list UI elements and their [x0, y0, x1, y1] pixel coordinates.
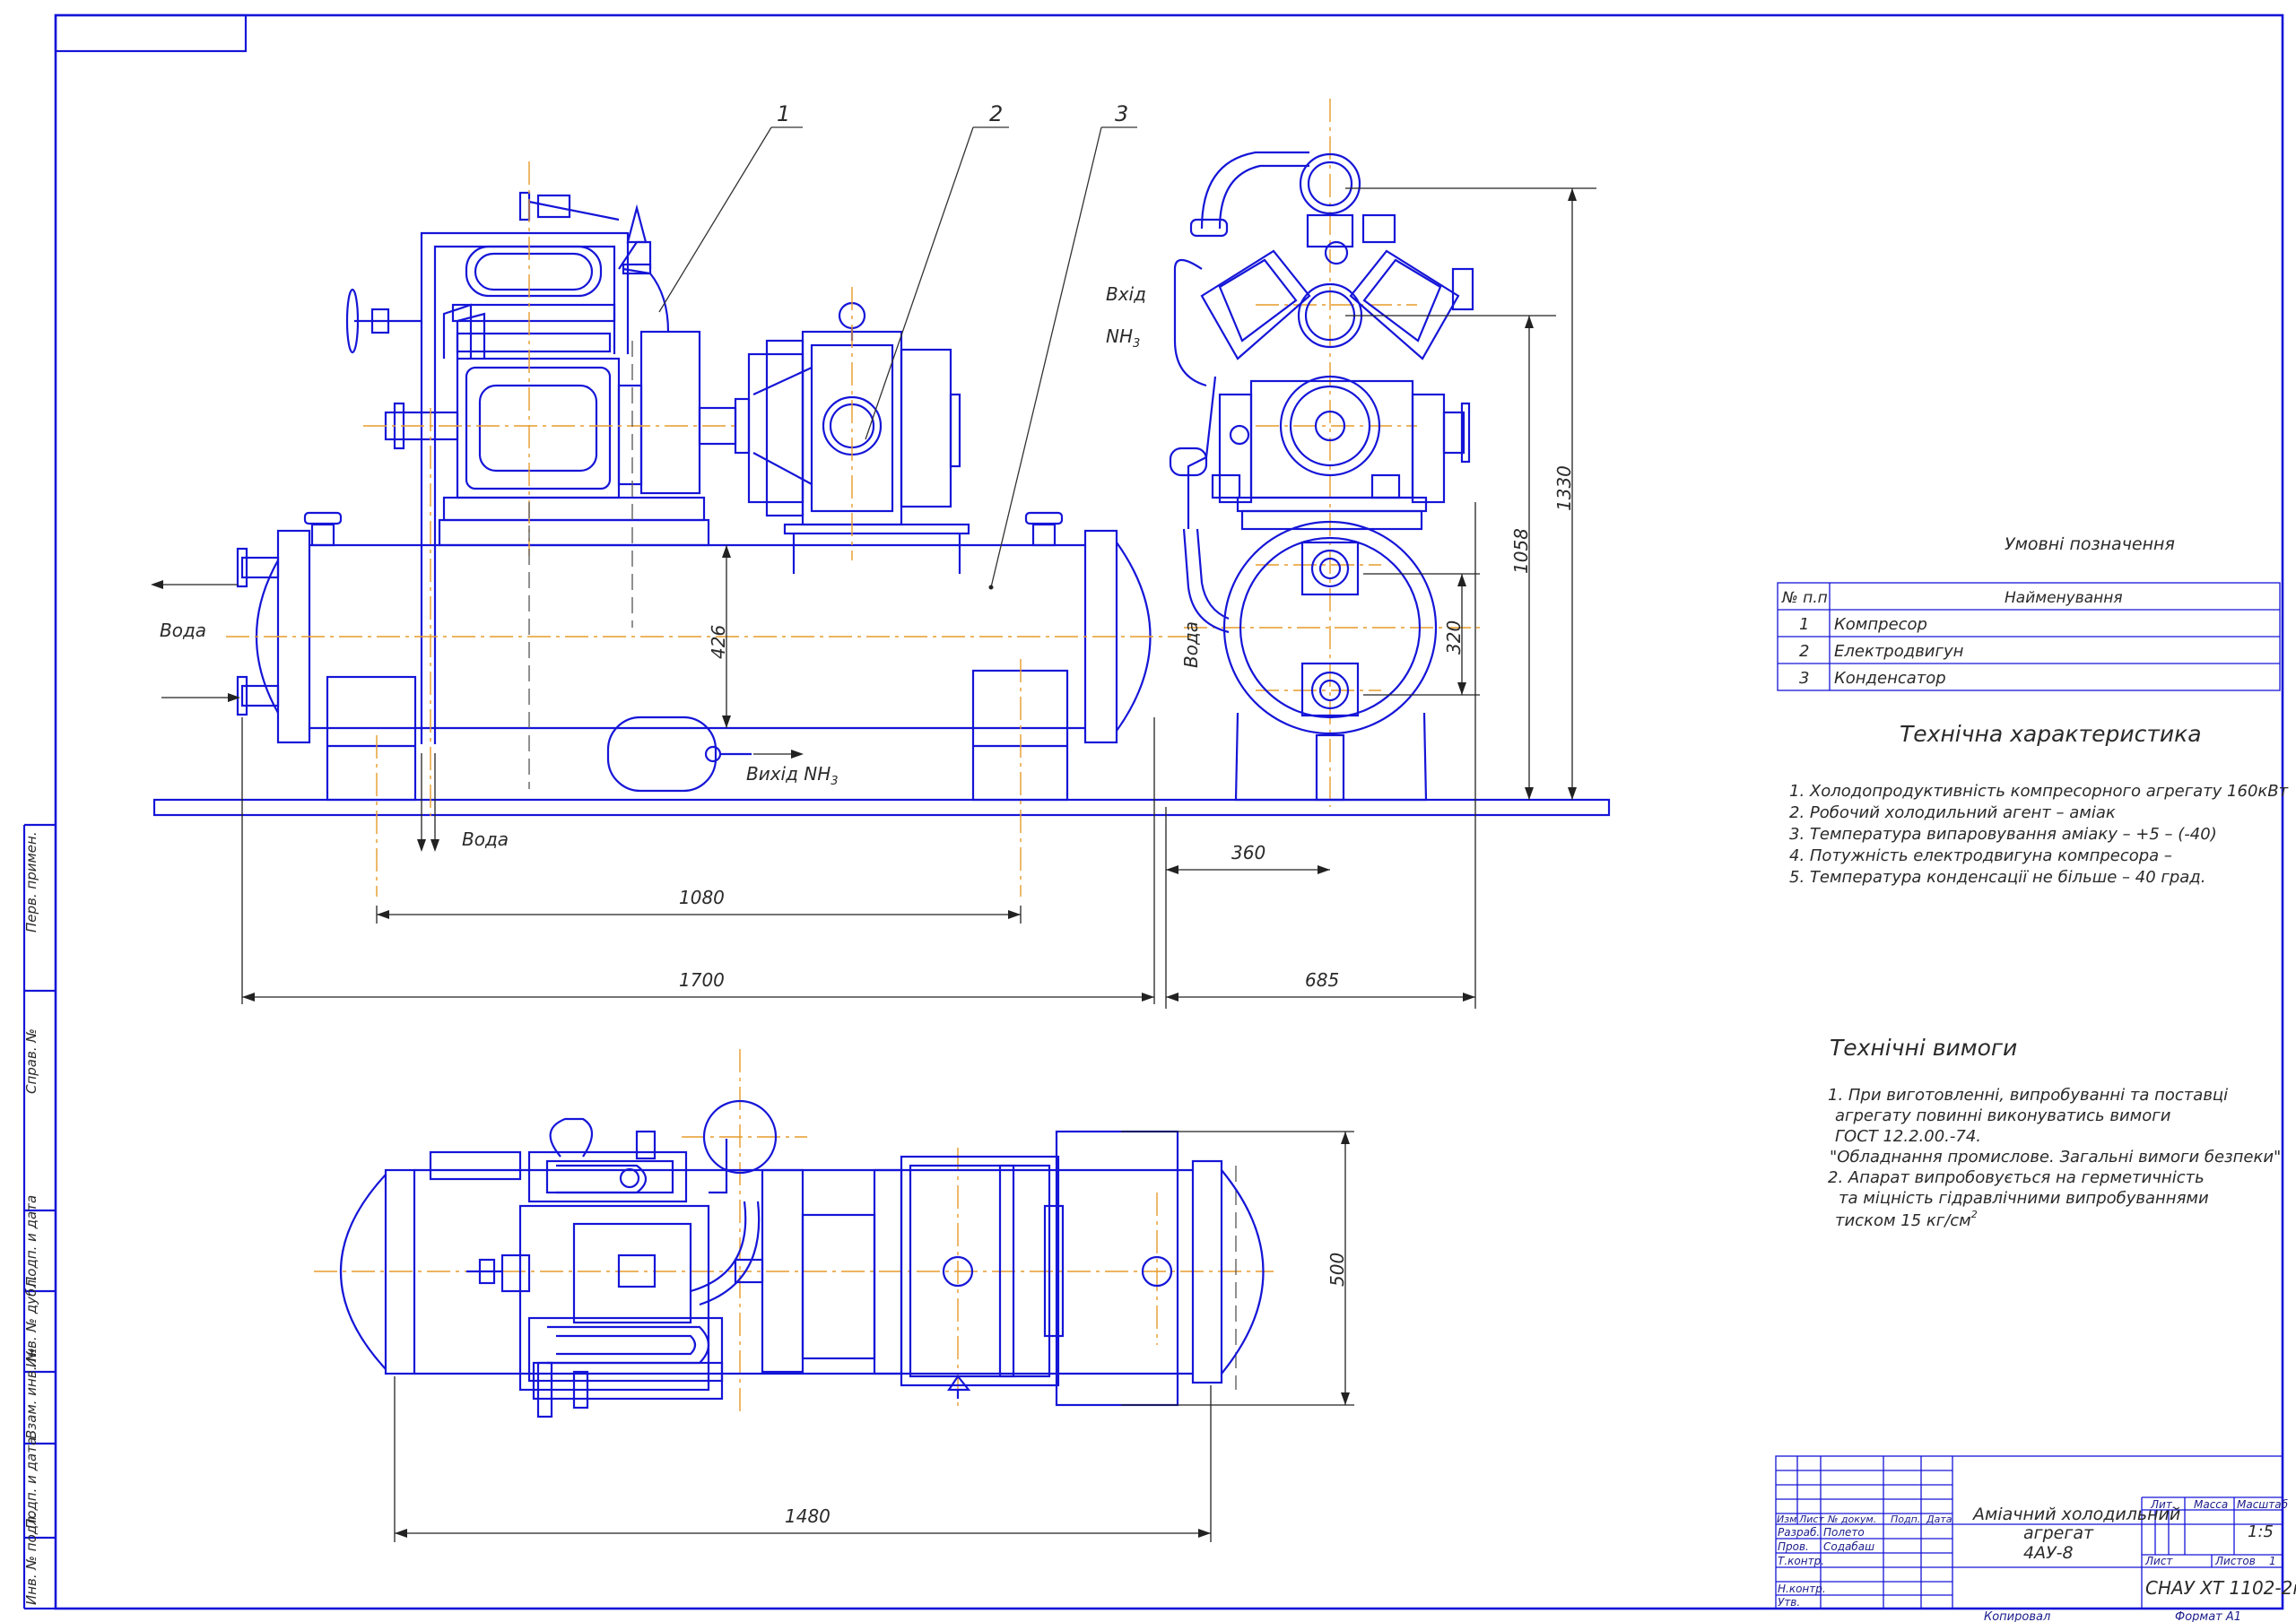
dim-360: 360: [1231, 842, 1265, 863]
inlet-nh3-label: NH3: [1106, 325, 1140, 351]
dim-1058: 1058: [1510, 528, 1532, 574]
tech-req-line: тиском 15 кг/см2: [1835, 1209, 1978, 1230]
callout-2: 2: [989, 101, 1003, 126]
stamp-cell: Перв. примен.: [23, 831, 39, 932]
tb-scale-label: Масштаб: [2237, 1498, 2289, 1511]
stamp-cell: Подп. и дата: [23, 1195, 39, 1287]
top-view: [340, 1099, 1265, 1418]
tb-name: Полето: [1823, 1526, 1865, 1539]
tb-role: Разраб.: [1778, 1526, 1820, 1539]
tb-role: Пров.: [1778, 1540, 1809, 1553]
tech-char-title: Технічна характеристика: [1900, 721, 2202, 747]
tb-head: Дата: [1926, 1514, 1952, 1525]
tb-sheet: Лист: [2144, 1555, 2173, 1567]
tech-req-line: та міцність гідравлічними випробуваннями: [1839, 1189, 2209, 1208]
leader-callouts: 1 2 3: [658, 101, 1137, 590]
dim-500: 500: [1326, 1253, 1348, 1287]
inlet-label: Вхід: [1106, 283, 1146, 305]
tech-char-item: 3. Температура випаровування аміаку – +5…: [1789, 825, 2217, 844]
dim-685: 685: [1305, 969, 1339, 991]
water-label-bottom: Вода: [462, 828, 509, 850]
stamp-cell: Взам. инв. №: [23, 1348, 39, 1439]
callout-1: 1: [777, 101, 790, 126]
dim-1080: 1080: [679, 887, 725, 908]
tb-sheets-count: 1: [2269, 1555, 2276, 1567]
drawing-title: Аміачний холодильний: [1971, 1505, 2180, 1524]
tb-lit: Лит.: [2150, 1498, 2176, 1511]
tb-scale: 1:5: [2248, 1522, 2274, 1541]
front-view: [152, 191, 1611, 817]
tech-char-item: 2. Робочий холодильний агент – аміак: [1789, 803, 2116, 822]
tech-req-line: "Обладнання промислове. Загальні вимоги …: [1830, 1148, 2281, 1167]
side-stamp: Перв. примен. Справ. № Подп. и дата Инв.…: [23, 831, 56, 1610]
technical-drawing: Перв. примен. Справ. № Подп. и дата Инв.…: [22, 13, 2296, 1622]
dim-426: 426: [708, 625, 729, 659]
callout-3: 3: [1115, 101, 1128, 126]
stamp-cell: Инв. № подл.: [23, 1513, 39, 1605]
tech-char-item: 4. Потужність електродвигуна компресора …: [1789, 846, 2172, 865]
tech-req-line: 1. При виготовленні, випробуванні та пос…: [1828, 1086, 2228, 1105]
tb-name: Содабаш: [1823, 1540, 1874, 1553]
tb-head: № докум.: [1827, 1514, 1876, 1525]
flow-labels: Вода Вода Вихід NH3 Вхід NH3 Вода: [151, 283, 1202, 852]
legend-row-no: 3: [1799, 669, 1809, 688]
tb-role: Т.контр.: [1778, 1555, 1824, 1567]
tb-head: Лист: [1798, 1514, 1824, 1525]
side-view: [1169, 151, 1474, 802]
drawing-title: 4АУ-8: [2023, 1543, 2074, 1563]
tech-req-title: Технічні вимоги: [1830, 1035, 2017, 1061]
dim-1700: 1700: [679, 969, 725, 991]
legend-col-name: Найменування: [2005, 589, 2123, 607]
tb-sheets: Листов: [2214, 1555, 2256, 1567]
tb-mass: Масса: [2194, 1498, 2228, 1511]
tb-role: Утв.: [1778, 1596, 1800, 1609]
legend-row-name: Електродвигун: [1834, 642, 1964, 661]
legend: Умовні позначення № п.п Найменування 1 К…: [1777, 534, 2281, 691]
doc-code: СНАУ ХТ 1102-2п.т.: [2145, 1577, 2296, 1599]
tb-head: Изм: [1777, 1514, 1796, 1525]
tb-format: Формат А1: [2175, 1610, 2241, 1622]
legend-col-no: № п.п: [1781, 589, 1828, 607]
legend-row-name: Конденсатор: [1834, 669, 1946, 688]
legend-row-no: 2: [1799, 642, 1809, 661]
tb-copied: Копировал: [1984, 1610, 2050, 1622]
dimensions: 426 1080 1700 360 685 320 1058 1330 500 …: [241, 187, 1596, 1542]
title-block: Изм Лист № докум. Подп. Дата Разраб. Пол…: [1775, 1455, 2296, 1622]
water-label-side: Вода: [1180, 621, 1202, 668]
outlet-label: Вихід NH3: [746, 763, 839, 788]
drawing-title: агрегат: [2023, 1523, 2094, 1543]
stamp-cell: Справ. №: [23, 1028, 39, 1094]
tech-req-line: агрегату повинні виконуватись вимоги: [1835, 1106, 2171, 1125]
water-label-left: Вода: [160, 620, 206, 641]
legend-row-name: Компресор: [1834, 615, 1927, 634]
tech-req-line: ГОСТ 12.2.00.-74.: [1835, 1127, 1981, 1146]
tech-char-item: 5. Температура конденсації не більше – 4…: [1789, 868, 2205, 887]
legend-title: Умовні позначення: [2005, 534, 2175, 554]
tech-requirements: Технічні вимоги 1. При виготовленні, вип…: [1828, 1035, 2281, 1230]
tech-req-line: 2. Апарат випробовується на герметичніст…: [1828, 1168, 2205, 1187]
dim-1330: 1330: [1553, 465, 1575, 511]
tech-characteristics: Технічна характеристика 1. Холодопродукт…: [1789, 721, 2289, 887]
tb-role: Н.контр.: [1778, 1583, 1826, 1595]
tech-char-item: 1. Холодопродуктивність компресорного аг…: [1789, 782, 2289, 801]
tb-head: Подп.: [1891, 1514, 1920, 1525]
legend-row-no: 1: [1799, 615, 1809, 634]
dim-320: 320: [1443, 620, 1465, 655]
dim-1480: 1480: [785, 1505, 831, 1527]
